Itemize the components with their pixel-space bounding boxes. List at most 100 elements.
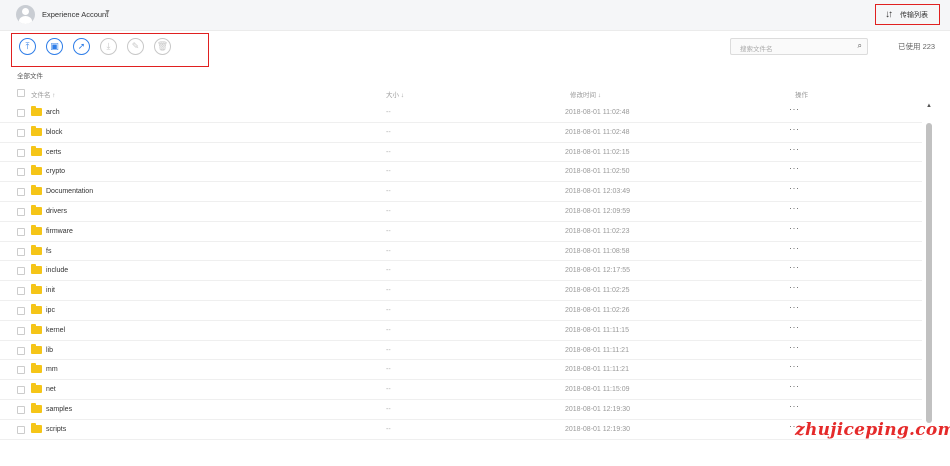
folder-icon [31, 383, 42, 394]
folder-icon [31, 125, 42, 136]
table-row[interactable]: certs -- 2018-08-01 11:02:15 ··· [0, 143, 922, 163]
folder-icon [31, 422, 42, 433]
row-checkbox[interactable] [17, 366, 25, 375]
avatar-icon[interactable] [16, 5, 35, 24]
row-checkbox[interactable] [17, 425, 25, 434]
file-name[interactable]: ipc [46, 307, 55, 314]
table-row[interactable]: crypto -- 2018-08-01 11:02:50 ··· [0, 162, 922, 183]
row-checkbox[interactable] [17, 405, 25, 414]
breadcrumb[interactable]: 全部文件 [17, 70, 43, 80]
storage-quota: 已使用 223 [898, 42, 936, 51]
file-name[interactable]: samples [46, 406, 72, 413]
table-row[interactable]: samples -- 2018-08-01 12:19:30 ··· [0, 400, 922, 420]
file-size: -- [386, 366, 391, 374]
file-name[interactable]: scripts [46, 426, 66, 433]
more-actions-icon[interactable]: ··· [789, 163, 800, 173]
row-checkbox[interactable] [17, 109, 25, 117]
row-checkbox[interactable] [17, 267, 25, 276]
search-icon[interactable]: ⌕ [858, 41, 862, 51]
file-size: -- [386, 346, 391, 354]
row-checkbox[interactable] [17, 227, 25, 236]
transfer-list-button[interactable]: ↓↑ 传输列表 [875, 4, 940, 25]
pencil-icon[interactable]: ✎ [127, 38, 144, 55]
table-row[interactable]: drivers -- 2018-08-01 12:09:59 ··· [0, 202, 922, 222]
select-all-checkbox[interactable] [17, 89, 25, 97]
scroll-thumb[interactable] [926, 123, 932, 423]
more-actions-icon[interactable]: ··· [789, 124, 800, 134]
file-name[interactable]: firmware [46, 228, 73, 235]
search-box[interactable]: 搜索文件名 ⌕ [730, 38, 868, 55]
table-row[interactable]: arch -- 2018-08-01 11:02:48 ··· [0, 103, 922, 123]
trash-icon[interactable]: 🗑 [154, 38, 171, 55]
row-checkbox[interactable] [17, 306, 25, 315]
row-checkbox[interactable] [17, 128, 25, 137]
row-checkbox[interactable] [17, 148, 25, 157]
file-name[interactable]: lib [46, 347, 53, 354]
scroll-up-icon[interactable]: ▲ [925, 103, 933, 111]
more-actions-icon[interactable]: ··· [789, 361, 800, 371]
row-checkbox[interactable] [17, 247, 25, 256]
table-row[interactable]: kernel -- 2018-08-01 11:11:15 ··· [0, 321, 922, 341]
file-size: -- [386, 148, 391, 156]
table-row[interactable]: scripts -- 2018-08-01 12:19:30 ··· [0, 420, 922, 440]
more-actions-icon[interactable]: ··· [789, 322, 800, 332]
table-row[interactable]: ipc -- 2018-08-01 11:02:26 ··· [0, 301, 922, 321]
file-name[interactable]: crypto [46, 168, 65, 175]
file-name[interactable]: certs [46, 149, 61, 156]
file-name[interactable]: arch [46, 109, 60, 116]
more-actions-icon[interactable]: ··· [789, 302, 800, 312]
file-name[interactable]: net [46, 386, 56, 393]
download-icon[interactable]: ⤓ [100, 38, 117, 55]
row-checkbox[interactable] [17, 168, 25, 177]
more-actions-icon[interactable]: ··· [789, 104, 800, 114]
table-row[interactable]: block -- 2018-08-01 11:02:48 ··· [0, 123, 922, 143]
folder-icon [31, 303, 42, 314]
row-checkbox[interactable] [17, 386, 25, 395]
account-name[interactable]: Experience Account [42, 10, 108, 19]
search-input[interactable]: 搜索文件名 [740, 43, 773, 53]
file-name[interactable]: drivers [46, 208, 67, 215]
more-actions-icon[interactable]: ··· [789, 262, 800, 272]
column-size[interactable]: 大小 ↓ [386, 89, 404, 99]
more-actions-icon[interactable]: ··· [789, 342, 800, 352]
file-name[interactable]: init [46, 287, 55, 294]
folder-plus-icon[interactable]: ▣ [46, 38, 63, 55]
file-size: -- [386, 326, 391, 334]
file-modified: 2018-08-01 11:11:21 [565, 366, 629, 374]
column-name[interactable]: 文件名 ↑ [31, 89, 56, 99]
row-checkbox[interactable] [17, 326, 25, 335]
scrollbar[interactable]: ▲ [925, 103, 933, 436]
file-name[interactable]: fs [46, 248, 51, 255]
more-actions-icon[interactable]: ··· [789, 144, 800, 154]
table-row[interactable]: include -- 2018-08-01 12:17:55 ··· [0, 261, 922, 282]
row-checkbox[interactable] [17, 188, 25, 197]
table-row[interactable]: firmware -- 2018-08-01 11:02:23 ··· [0, 222, 922, 242]
more-actions-icon[interactable]: ··· [789, 223, 800, 233]
table-row[interactable]: Documentation -- 2018-08-01 12:03:49 ··· [0, 182, 922, 202]
table-row[interactable]: fs -- 2018-08-01 11:08:58 ··· [0, 242, 922, 262]
row-checkbox[interactable] [17, 287, 25, 296]
file-name[interactable]: mm [46, 366, 58, 373]
table-row[interactable]: lib -- 2018-08-01 11:11:21 ··· [0, 341, 922, 361]
row-checkbox[interactable] [17, 207, 25, 216]
more-actions-icon[interactable]: ··· [789, 401, 800, 411]
more-actions-icon[interactable]: ··· [789, 282, 800, 292]
file-name[interactable]: block [46, 129, 62, 136]
send-icon[interactable]: ➚ [73, 38, 90, 55]
file-name[interactable]: include [46, 267, 68, 274]
row-checkbox[interactable] [17, 346, 25, 355]
more-actions-icon[interactable]: ··· [789, 381, 800, 391]
table-row[interactable]: init -- 2018-08-01 11:02:25 ··· [0, 281, 922, 301]
upload-icon[interactable]: ⤒ [19, 38, 36, 55]
table-row[interactable]: net -- 2018-08-01 11:15:09 ··· [0, 380, 922, 400]
table-row[interactable]: mm -- 2018-08-01 11:11:21 ··· [0, 360, 922, 381]
file-size: -- [386, 207, 391, 215]
file-name[interactable]: kernel [46, 327, 65, 334]
file-modified: 2018-08-01 11:02:48 [565, 128, 630, 136]
more-actions-icon[interactable]: ··· [789, 183, 800, 193]
column-modified[interactable]: 修改时间 ↓ [570, 89, 601, 99]
file-name[interactable]: Documentation [46, 188, 93, 195]
more-actions-icon[interactable]: ··· [789, 243, 800, 253]
more-actions-icon[interactable]: ··· [789, 203, 800, 213]
chevron-down-icon[interactable]: ▼ [104, 9, 111, 16]
